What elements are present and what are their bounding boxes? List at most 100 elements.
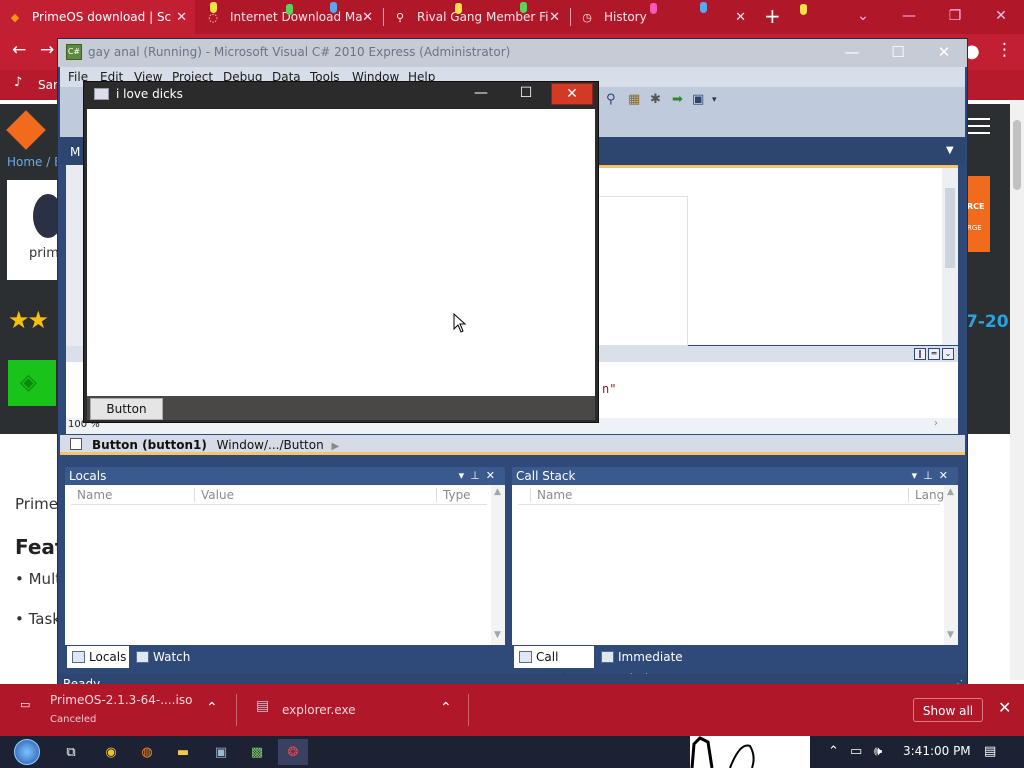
- vs-close-icon[interactable]: ✕: [924, 41, 964, 63]
- breadcrumb[interactable]: Home / B: [7, 155, 62, 169]
- close-tab-icon[interactable]: ✕: [735, 10, 746, 25]
- vs-form-designer[interactable]: [598, 165, 958, 346]
- toolbar-overflow-icon[interactable]: ▾: [712, 95, 717, 105]
- download-button[interactable]: ◈: [8, 360, 56, 406]
- form-button[interactable]: Button: [90, 398, 163, 420]
- promo-badge[interactable]: RCE RGE: [966, 176, 990, 252]
- close-window-icon[interactable]: ✕: [978, 0, 1024, 32]
- form-maximize-icon[interactable]: ☐: [505, 83, 547, 105]
- scroll-right-icon[interactable]: ›: [934, 418, 938, 429]
- callstack-scrollbar[interactable]: ▲ ▼: [944, 485, 958, 645]
- bookmark-favicon-icon: ♪: [14, 75, 23, 90]
- designer-scrollbar[interactable]: [942, 168, 958, 345]
- pane-tools: ▾⊥✕: [459, 467, 501, 485]
- scroll-up-icon[interactable]: ▲: [494, 487, 501, 497]
- scrollbar-thumb[interactable]: [945, 188, 955, 268]
- watch-icon: [136, 651, 149, 663]
- scroll-up-icon[interactable]: ▲: [947, 487, 954, 497]
- new-tab-plus-icon[interactable]: +: [764, 4, 781, 28]
- pane-close-icon[interactable]: ✕: [486, 469, 501, 482]
- close-tab-icon[interactable]: ✕: [549, 10, 560, 25]
- designer-form-surface[interactable]: [598, 196, 688, 346]
- pane-dropdown-icon[interactable]: ▾: [912, 469, 924, 482]
- toolbar-properties-icon[interactable]: ▦: [628, 92, 640, 107]
- split-vertical-icon[interactable]: ‖: [914, 348, 926, 360]
- vs-maximize-icon[interactable]: ☐: [878, 41, 918, 63]
- selected-control-name[interactable]: Button (button1): [92, 438, 207, 452]
- toolbar-toolbox-icon[interactable]: ▣: [692, 92, 704, 107]
- download-item-name[interactable]: PrimeOS-2.1.3-64-....iso: [50, 693, 192, 707]
- forward-arrow-icon[interactable]: →: [40, 40, 54, 60]
- minimize-icon[interactable]: —: [886, 0, 932, 32]
- sketch-drawing: [690, 736, 755, 768]
- scroll-down-icon[interactable]: ▼: [947, 630, 954, 640]
- collapse-pane-icon[interactable]: ⌄: [942, 348, 954, 360]
- website-scrollbar[interactable]: [1010, 100, 1024, 680]
- split-horizontal-icon[interactable]: ═: [928, 348, 940, 360]
- col-lang[interactable]: Lang: [908, 488, 944, 502]
- close-tab-icon[interactable]: ✕: [176, 10, 187, 25]
- start-button-icon[interactable]: [8, 739, 46, 765]
- download-options-chevron-icon[interactable]: ⌃: [206, 700, 218, 716]
- col-type[interactable]: Type: [436, 488, 471, 502]
- tab-label: Locals: [89, 650, 127, 664]
- close-shelf-icon[interactable]: ✕: [998, 698, 1011, 717]
- chrome-taskbar-icon[interactable]: ◉: [96, 739, 126, 765]
- form-close-icon[interactable]: ✕: [551, 83, 593, 105]
- document-outline-icon[interactable]: [70, 438, 82, 450]
- show-all-downloads-button[interactable]: Show all: [913, 698, 983, 722]
- taskbar-clock[interactable]: 3:41:00 PM: [903, 744, 971, 758]
- decor-bulb-icon: [700, 2, 707, 13]
- hamburger-menu-icon[interactable]: [968, 118, 990, 134]
- locals-scrollbar[interactable]: ▲ ▼: [491, 485, 505, 645]
- network-icon[interactable]: ▭: [850, 744, 862, 759]
- close-tab-icon[interactable]: ✕: [362, 10, 373, 25]
- doc-tab-dropdown-icon[interactable]: ▼: [946, 145, 954, 156]
- running-app-taskbar-icon[interactable]: ❂: [278, 739, 308, 765]
- tab-watch[interactable]: Watch: [131, 646, 201, 668]
- pane-close-icon[interactable]: ✕: [939, 469, 954, 482]
- browser-tab-title: Internet Download Ma: [230, 10, 363, 24]
- col-name[interactable]: Name: [71, 488, 112, 502]
- site-logo-icon[interactable]: [6, 110, 46, 150]
- volume-icon[interactable]: 🕪: [874, 744, 882, 759]
- tab-call-stack[interactable]: Call Stack: [514, 646, 594, 686]
- show-hidden-icons-chevron-icon[interactable]: ⌃: [828, 744, 839, 759]
- col-value[interactable]: Value: [194, 488, 234, 502]
- browser-tab-history[interactable]: ◷ History ✕: [572, 0, 754, 34]
- vs-title-bar[interactable]: C# gay anal (Running) - Microsoft Visual…: [58, 39, 967, 67]
- toolbar-tools-icon[interactable]: ✱: [650, 92, 661, 107]
- download-item-name[interactable]: explorer.exe: [282, 703, 356, 717]
- vs-minimize-icon[interactable]: —: [832, 41, 872, 63]
- col-name[interactable]: Name: [530, 488, 572, 502]
- chrome-menu-icon[interactable]: ⋮: [996, 40, 1013, 60]
- scroll-down-icon[interactable]: ▼: [494, 630, 501, 640]
- app-taskbar-icon[interactable]: ▣: [206, 739, 236, 765]
- task-view-icon[interactable]: ⧉: [56, 739, 86, 765]
- toolbar-start-icon[interactable]: ➡: [672, 92, 683, 107]
- tab-locals[interactable]: Locals: [67, 646, 129, 668]
- scrollbar-thumb[interactable]: [1013, 120, 1021, 190]
- pane-pin-icon[interactable]: ⊥: [923, 469, 939, 482]
- pane-dropdown-icon[interactable]: ▾: [459, 469, 471, 482]
- pane-pin-icon[interactable]: ⊥: [470, 469, 486, 482]
- form-client-area[interactable]: [87, 109, 595, 396]
- bookmark-item[interactable]: Sar: [38, 78, 58, 92]
- toolbar-find-icon[interactable]: ⚲: [606, 92, 616, 107]
- visual-studio-taskbar-icon[interactable]: ▩: [242, 739, 272, 765]
- tab-search-icon[interactable]: ⌄: [840, 0, 886, 32]
- download-options-chevron-icon[interactable]: ⌃: [440, 700, 452, 716]
- back-arrow-icon[interactable]: ←: [12, 40, 26, 60]
- browser-tab-strip: ◆ PrimeOS download | Sc ✕ ◌ Internet Dow…: [0, 0, 1024, 34]
- promo-badge-text-1: RCE: [967, 202, 985, 211]
- doc-tab[interactable]: M: [70, 145, 80, 159]
- tab-immediate-window[interactable]: Immediate Window: [596, 646, 730, 686]
- restore-icon[interactable]: ❐: [932, 0, 978, 32]
- file-explorer-taskbar-icon[interactable]: ▬: [168, 739, 198, 765]
- form-minimize-icon[interactable]: —: [460, 83, 502, 105]
- action-center-icon[interactable]: ▤: [984, 744, 996, 759]
- browser-tab-rival-gang[interactable]: ⚲ Rival Gang Member Fi ✕: [385, 0, 568, 34]
- browser-tab-primeos[interactable]: ◆ PrimeOS download | Sc ✕: [0, 0, 195, 34]
- selected-control-path[interactable]: Window/.../Button: [217, 438, 324, 452]
- firefox-taskbar-icon[interactable]: ◍: [132, 739, 162, 765]
